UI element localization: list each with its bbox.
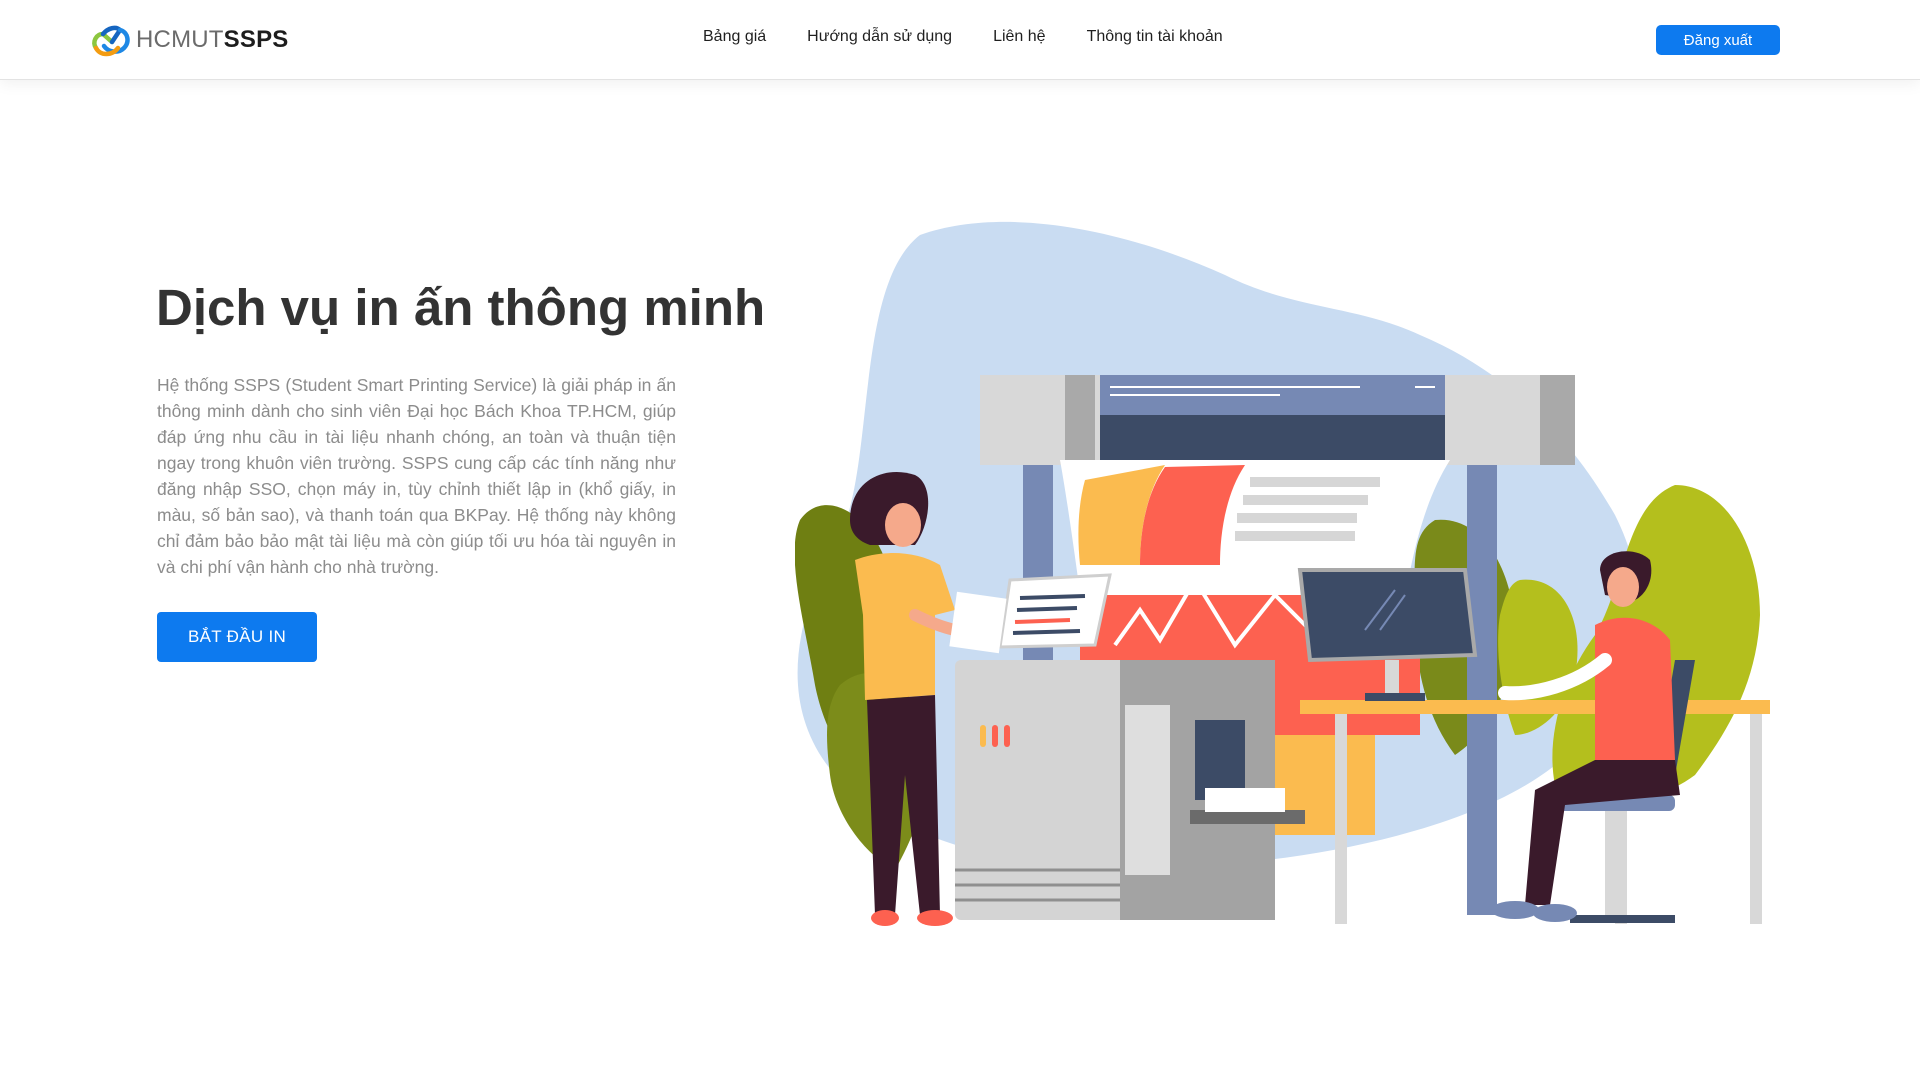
logout-button[interactable]: Đăng xuất bbox=[1656, 25, 1780, 55]
monitor-screen bbox=[1297, 568, 1478, 663]
banner-line bbox=[1237, 513, 1357, 523]
printing-service-illustration bbox=[795, 221, 1770, 926]
monitor-base bbox=[1365, 693, 1425, 701]
copier-tray bbox=[1190, 810, 1305, 824]
printer-leg-right bbox=[1467, 465, 1497, 915]
banner-line bbox=[1243, 495, 1368, 505]
man-pants bbox=[1525, 760, 1680, 905]
printer-top-bar-dark bbox=[1080, 415, 1465, 465]
monitor-stand bbox=[1385, 660, 1399, 695]
top-navbar: HCMUTSSPS Bảng giá Hướng dẫn sử dụng Liê… bbox=[0, 0, 1920, 80]
chair-base bbox=[1570, 915, 1675, 923]
man-face bbox=[1607, 567, 1639, 607]
copier-screen bbox=[998, 573, 1112, 649]
woman-face bbox=[885, 503, 921, 547]
start-printing-button[interactable]: BẮT ĐẦU IN bbox=[157, 612, 317, 662]
brand-logo[interactable]: HCMUTSSPS bbox=[90, 20, 289, 60]
banner-line bbox=[1235, 531, 1355, 541]
main-nav: Bảng giá Hướng dẫn sử dụng Liên hệ Thông… bbox=[703, 28, 1264, 46]
hero-description: Hệ thống SSPS (Student Smart Printing Se… bbox=[157, 375, 676, 577]
brand-name-light: HCMUT bbox=[136, 26, 224, 53]
nav-pricing[interactable]: Bảng giá bbox=[703, 28, 766, 46]
woman-paper bbox=[949, 591, 1007, 654]
nav-user-guide[interactable]: Hướng dẫn sử dụng bbox=[807, 28, 952, 46]
brand-name: HCMUTSSPS bbox=[136, 26, 289, 54]
printer-cap-right-shade bbox=[1540, 375, 1575, 465]
nav-contact[interactable]: Liên hệ bbox=[993, 28, 1046, 46]
chair-leg bbox=[1605, 811, 1617, 921]
desk-top bbox=[1300, 700, 1770, 714]
copier-paper bbox=[1205, 788, 1285, 812]
brand-name-bold: SSPS bbox=[223, 26, 289, 53]
hero-title: Dịch vụ in ấn thông minh bbox=[156, 279, 766, 336]
banner-line bbox=[1250, 477, 1380, 487]
copier-panel bbox=[1125, 705, 1170, 875]
man-shirt bbox=[1595, 617, 1675, 765]
hcmut-logo-icon bbox=[92, 25, 130, 57]
desk-leg bbox=[1750, 714, 1762, 924]
printer-cap-left-shade bbox=[1065, 375, 1095, 465]
nav-account-info[interactable]: Thông tin tài khoản bbox=[1087, 28, 1223, 46]
desk-leg bbox=[1335, 714, 1347, 924]
